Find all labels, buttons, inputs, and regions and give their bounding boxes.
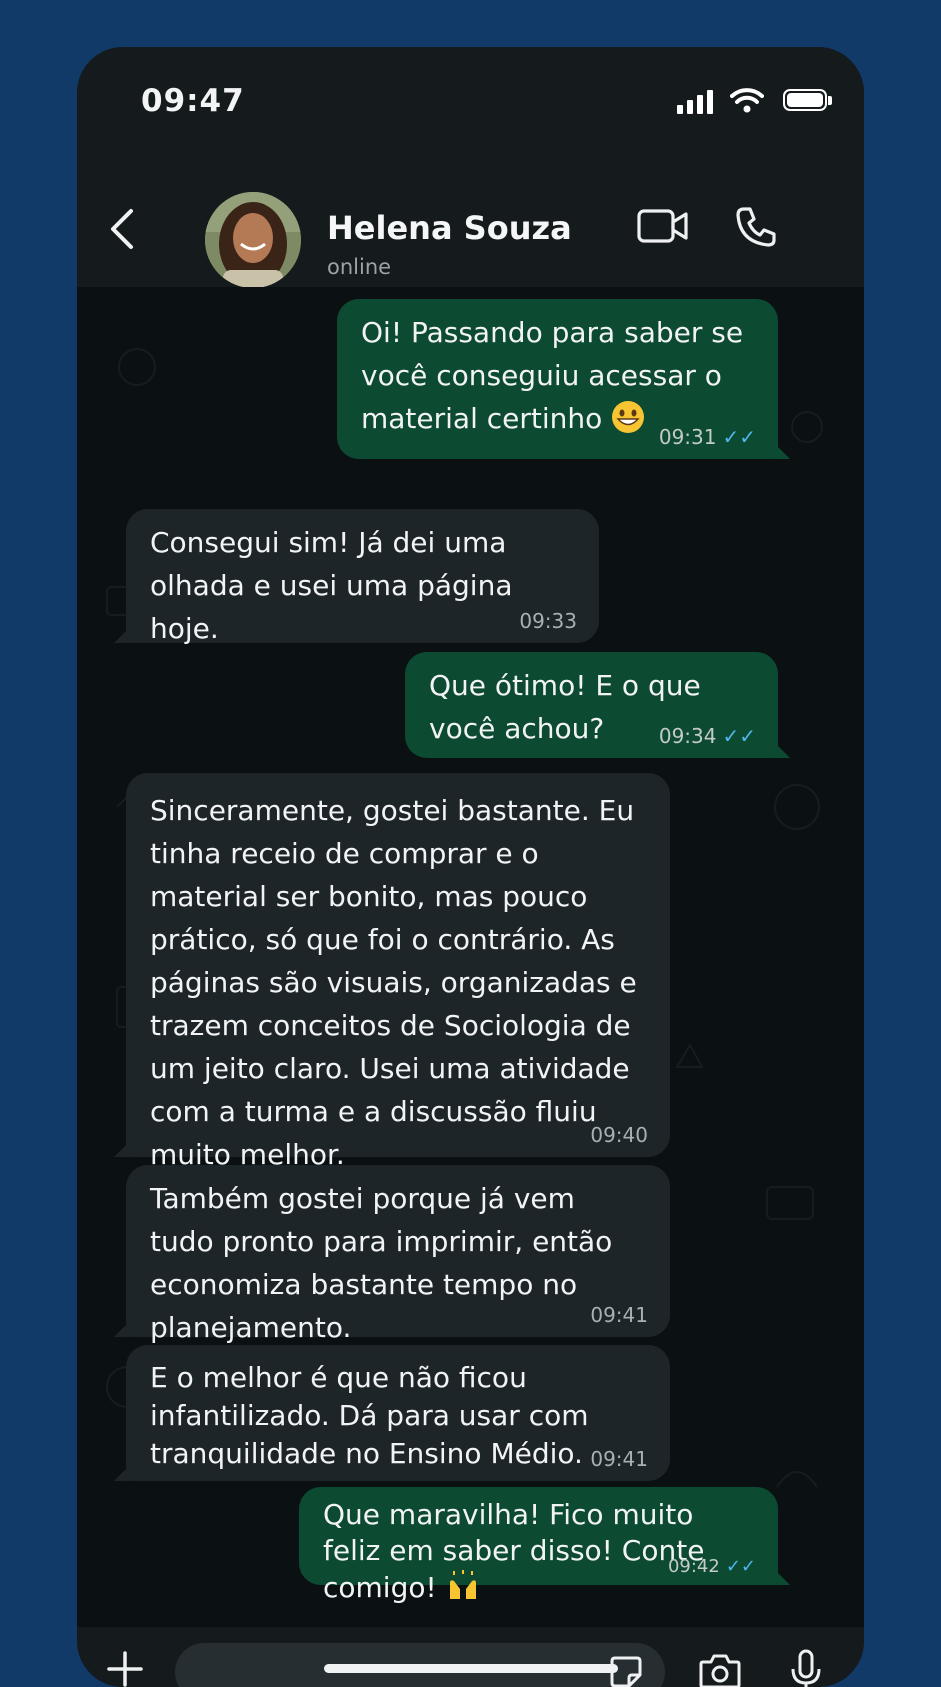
message-meta: 09:41 — [590, 1303, 648, 1327]
chat-area[interactable]: Oi! Passando para saber se você consegui… — [77, 287, 864, 1627]
message-time: 09:42 — [667, 1556, 720, 1577]
microphone-icon[interactable] — [789, 1649, 823, 1687]
video-call-icon[interactable] — [637, 207, 689, 245]
message-meta: 09:33 — [519, 609, 577, 633]
contact-status: online — [327, 255, 392, 279]
plus-icon[interactable] — [105, 1649, 145, 1687]
signal-icon — [677, 90, 713, 114]
message-meta: 09:40 — [590, 1123, 648, 1147]
back-arrow-icon[interactable] — [107, 207, 137, 251]
status-bar: 09:47 — [77, 47, 864, 157]
message-meta: 09:31 ✓✓ — [659, 425, 756, 449]
message-text: Oi! Passando para saber se você consegui… — [361, 316, 744, 435]
raising-hands-emoji-icon — [449, 1570, 476, 1599]
message-bubble-incoming[interactable]: Consegui sim! Já dei uma olhada e usei u… — [114, 509, 599, 645]
read-ticks-icon: ✓✓ — [722, 425, 756, 449]
message-meta: 09:41 — [590, 1447, 648, 1471]
message-time: 09:34 — [658, 724, 717, 748]
message-text: Consegui sim! Já dei uma olhada e usei u… — [150, 526, 513, 645]
message-time: 09:41 — [590, 1447, 648, 1471]
message-bubble-outgoing[interactable]: Que maravilha! Fico muito feliz em saber… — [299, 1487, 790, 1604]
read-ticks-icon: ✓✓ — [725, 1556, 756, 1577]
message-text: Sinceramente, gostei bastante. Eu tinha … — [150, 794, 637, 1171]
message-meta: 09:34 ✓✓ — [659, 724, 756, 748]
avatar[interactable] — [205, 192, 301, 288]
phone-frame: 09:47 Helena Souza online Oi! Passando p… — [77, 47, 864, 1687]
message-time: 09:31 — [658, 425, 717, 449]
camera-icon[interactable] — [699, 1653, 741, 1687]
message-bubble-incoming[interactable]: Sinceramente, gostei bastante. Eu tinha … — [114, 773, 670, 1171]
message-time: 09:33 — [519, 609, 577, 633]
message-text: Também gostei porque já vem tudo pronto … — [150, 1182, 613, 1344]
message-meta: 09:42 ✓✓ — [668, 1555, 756, 1579]
message-bubble-incoming[interactable]: E o melhor é que não ficou infantilizado… — [114, 1345, 670, 1481]
message-time: 09:41 — [590, 1303, 648, 1327]
chat-header: Helena Souza online — [77, 157, 864, 288]
message-bubble-outgoing[interactable]: Oi! Passando para saber se você consegui… — [337, 299, 790, 459]
read-ticks-icon: ✓✓ — [722, 724, 756, 748]
phone-call-icon[interactable] — [734, 205, 778, 249]
contact-name[interactable]: Helena Souza — [327, 209, 572, 247]
status-time: 09:47 — [141, 83, 245, 119]
battery-icon — [783, 89, 827, 111]
message-time: 09:40 — [590, 1123, 648, 1147]
message-text: E o melhor é que não ficou infantilizado… — [150, 1361, 589, 1470]
wifi-icon — [730, 88, 764, 113]
message-bubble-outgoing[interactable]: Que ótimo! E o que você achou? 09:34 ✓✓ — [405, 652, 790, 758]
message-input-bar — [77, 1627, 864, 1687]
grinning-face-emoji-icon — [612, 401, 645, 433]
message-bubble-incoming[interactable]: Também gostei porque já vem tudo pronto … — [114, 1165, 670, 1344]
